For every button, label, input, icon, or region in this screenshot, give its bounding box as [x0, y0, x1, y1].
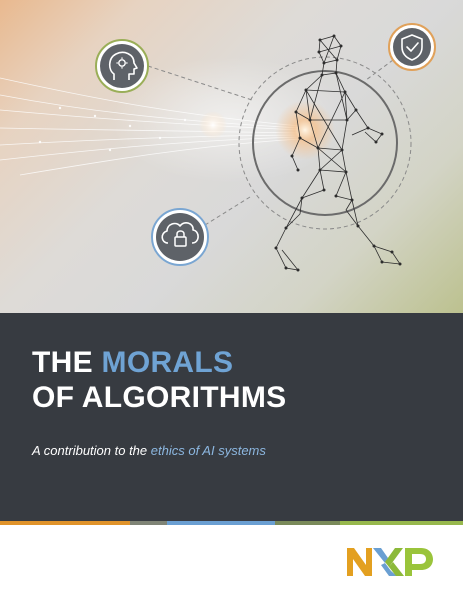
subtitle-prefix: A contribution to the	[32, 443, 151, 458]
footer	[0, 525, 463, 600]
chest-glow	[275, 100, 335, 160]
shield-check-icon	[388, 23, 436, 71]
hero-illustration	[0, 0, 463, 313]
light-flare	[199, 111, 227, 139]
cover-title: THE MORALS OF ALGORITHMS	[32, 345, 286, 415]
nxp-logo	[347, 548, 433, 576]
cover-subtitle: A contribution to the ethics of AI syste…	[32, 443, 266, 458]
subtitle-accent: ethics of AI systems	[150, 443, 266, 458]
title-band: THE MORALS OF ALGORITHMS A contribution …	[0, 313, 463, 521]
cover-page: THE MORALS OF ALGORITHMS A contribution …	[0, 0, 463, 600]
logo-letter-p	[405, 548, 433, 576]
network-figure-illustration	[0, 23, 436, 272]
title-accent-word: MORALS	[101, 346, 234, 379]
title-line-2: OF ALGORITHMS	[32, 381, 287, 414]
head-gear-icon	[95, 39, 149, 93]
title-prefix: THE	[32, 346, 102, 379]
logo-letter-n	[347, 548, 372, 576]
cloud-lock-icon	[151, 208, 209, 266]
